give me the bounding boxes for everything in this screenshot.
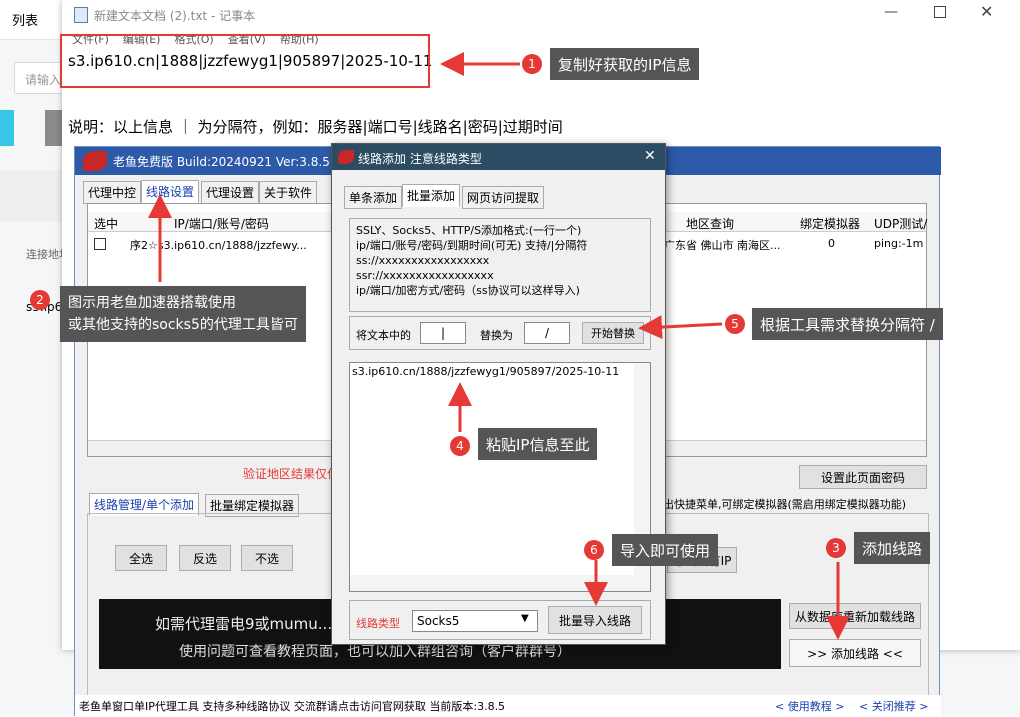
annotation-arrows	[148, 52, 850, 640]
arrow-5	[638, 315, 723, 340]
